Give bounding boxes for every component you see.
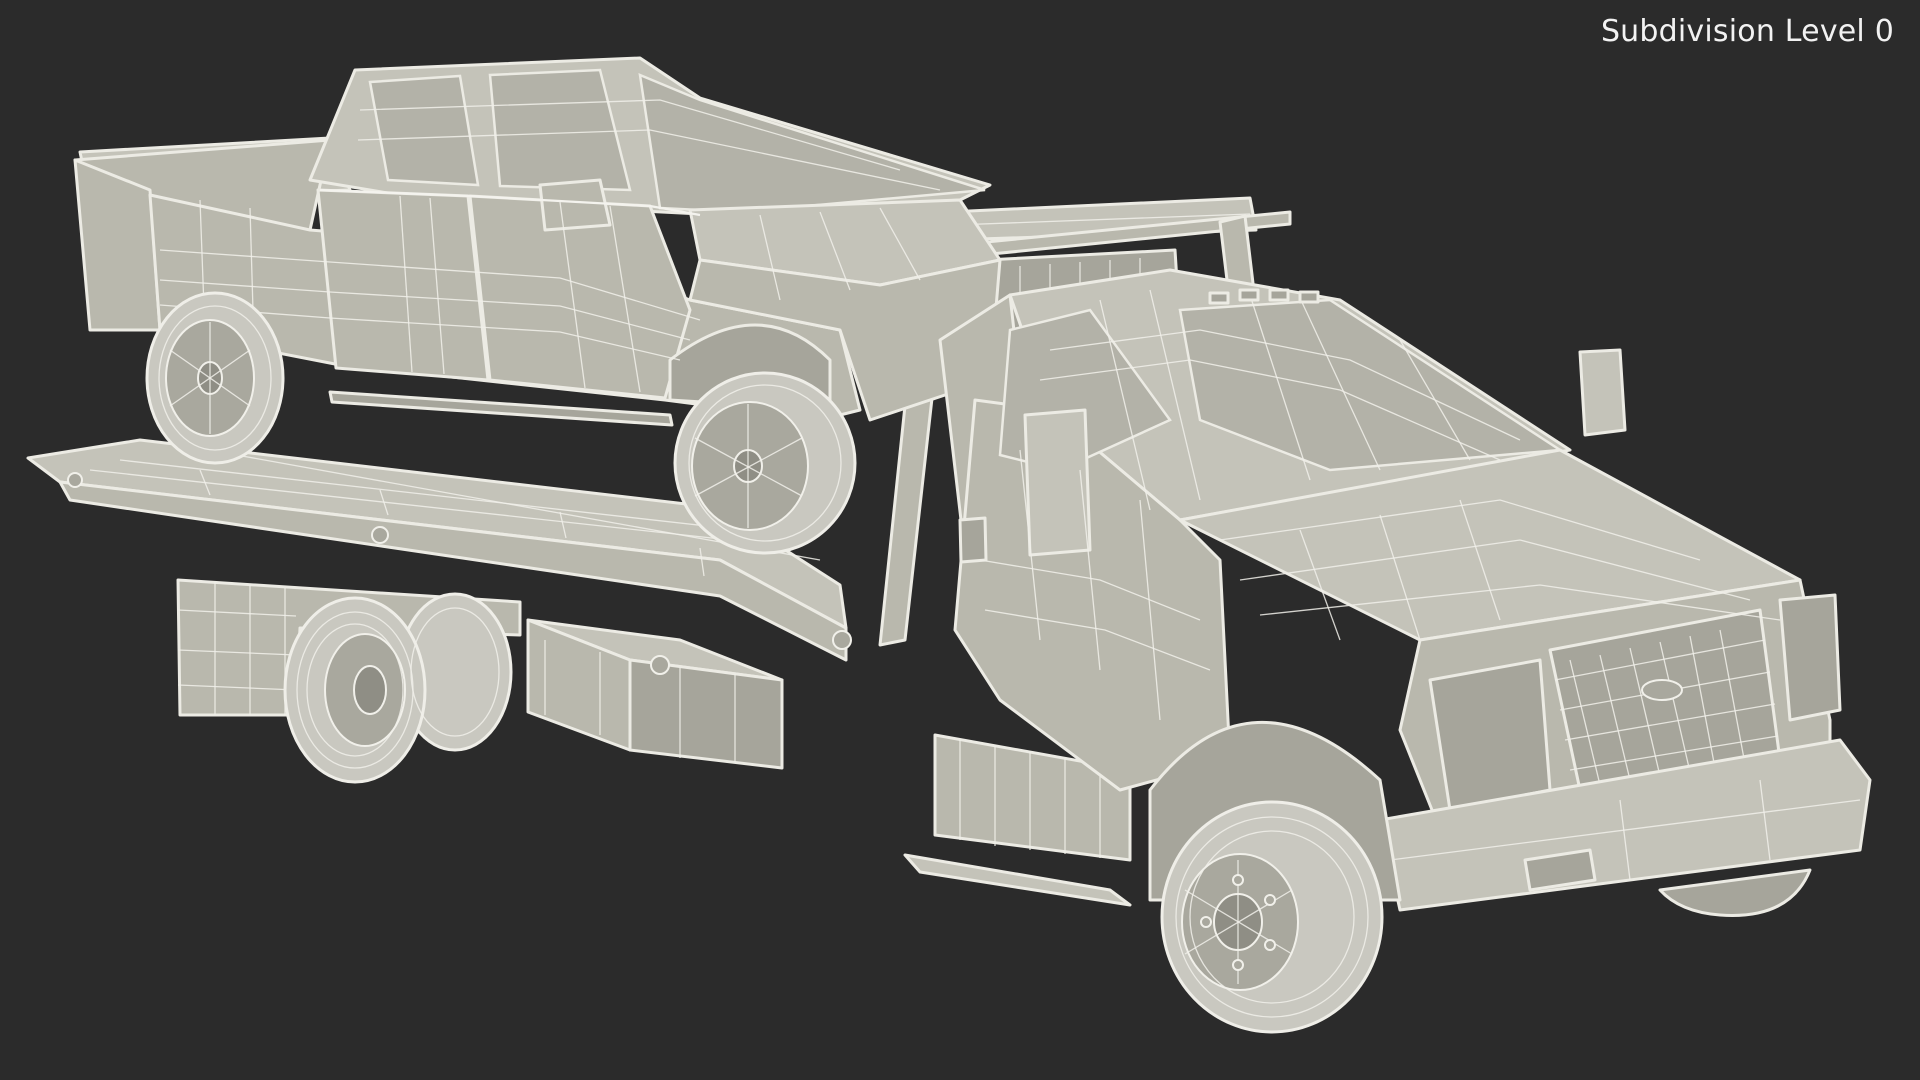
far-front-wheel [1658,868,1812,917]
front-wheel [1148,721,1402,1034]
viewport: Subdivision Level 0 [0,0,1920,1080]
rear-wheels [283,592,513,784]
subdivision-level-label: Subdivision Level 0 [1600,14,1894,49]
wireframe-render [26,56,1872,1034]
toolbox [526,618,784,770]
